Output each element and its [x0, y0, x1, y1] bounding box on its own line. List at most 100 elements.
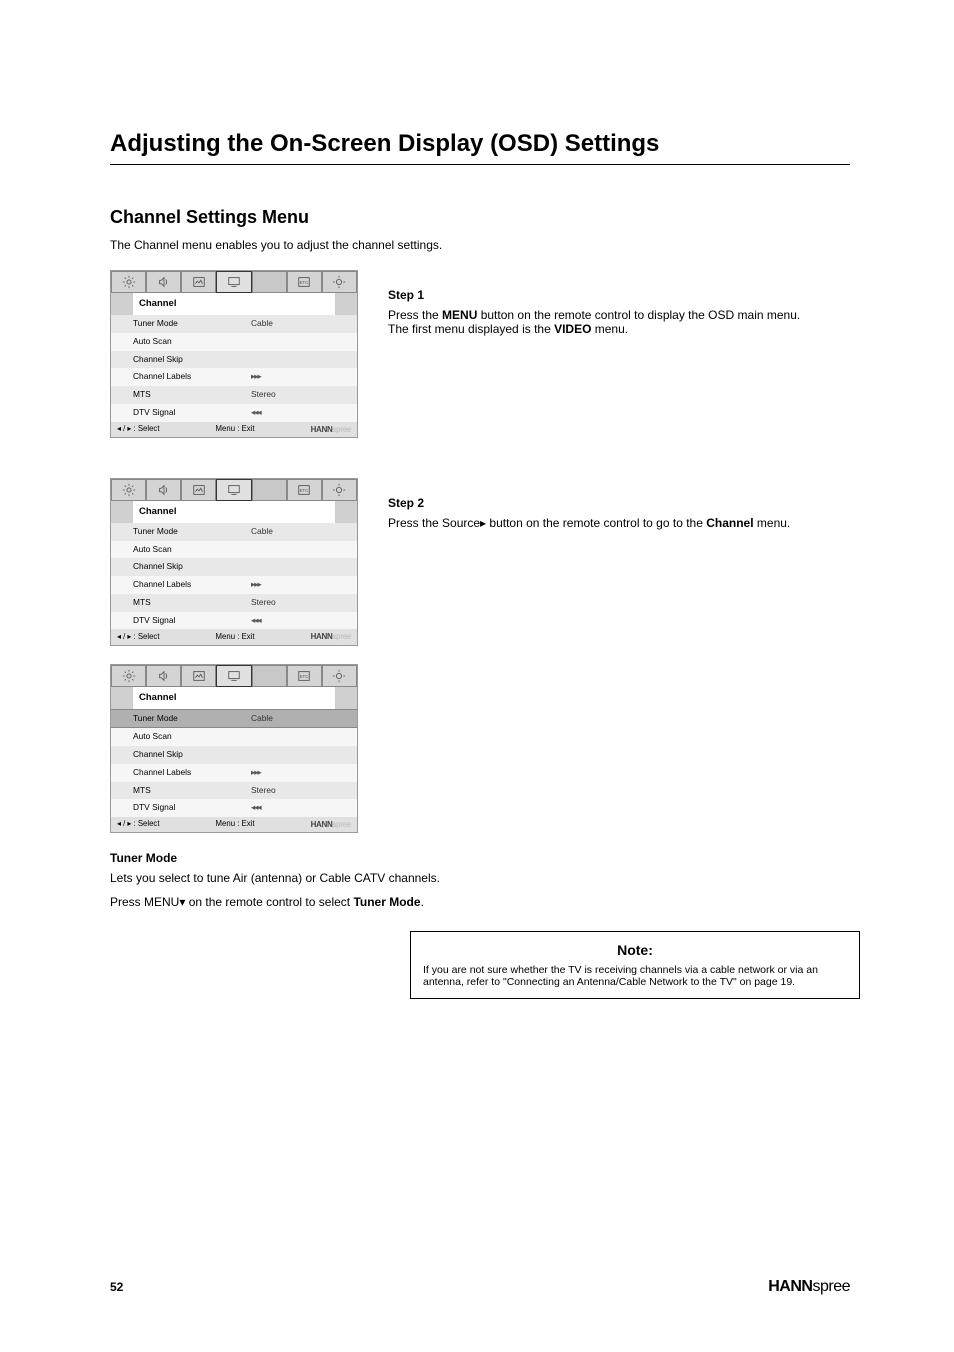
osd-tab gear-icon — [322, 271, 357, 293]
banner-arrow-left — [111, 687, 133, 709]
footer-hint-select: ◂ / ▸ : Select — [117, 424, 160, 435]
arrow-left-icon — [251, 615, 261, 625]
osd-item: MTSStereo — [111, 782, 357, 800]
osd-category: Channel — [133, 687, 335, 709]
osd-item-value — [251, 767, 347, 779]
osd-brand: HANNspree — [311, 631, 351, 642]
osd-brand: HANNspree — [311, 424, 351, 435]
step2-text: Step 2 Press the Source▸ button on the r… — [388, 478, 808, 530]
intro-text: The Channel menu enables you to adjust t… — [110, 238, 850, 252]
page-number: 52 — [110, 1280, 123, 1294]
section-heading: Channel Settings Menu — [110, 207, 850, 228]
osd-item: DTV Signal — [111, 612, 357, 630]
osd-tab spacer — [252, 271, 287, 293]
step1-text: Step 1 Press the MENU button on the remo… — [388, 270, 808, 336]
arrow-left-icon — [251, 407, 261, 417]
osd-item: Channel Labels — [111, 368, 357, 386]
osd-footer: ◂ / ▸ : Select Menu : Exit HANNspree — [111, 817, 357, 832]
osd-tab gear-icon — [322, 665, 357, 687]
osd-category: Channel — [133, 293, 335, 315]
osd-item-value: Cable — [251, 713, 347, 725]
osd-tab spacer — [252, 665, 287, 687]
osd-item: Channel Labels — [111, 764, 357, 782]
osd-category: Channel — [133, 501, 335, 523]
banner-arrow-right — [335, 293, 357, 315]
footer-hint-exit: Menu : Exit — [216, 819, 255, 830]
osd-item-label: Channel Labels — [133, 579, 251, 591]
osd-item-value — [251, 579, 347, 591]
osd-item-value — [251, 615, 347, 627]
osd-item: Channel Skip — [111, 746, 357, 764]
osd-tab picture-icon — [181, 271, 216, 293]
osd-item: MTSStereo — [111, 594, 357, 612]
osd-item-value — [251, 544, 347, 556]
note-box: Note: If you are not sure whether the TV… — [410, 931, 860, 999]
svg-text:ETC: ETC — [300, 280, 309, 285]
osd-item-value — [251, 749, 347, 761]
osd-item-label: MTS — [133, 389, 251, 401]
tuner-mode-label: Tuner Mode — [110, 851, 850, 865]
osd-item-value — [251, 336, 347, 348]
osd-item: Channel Labels — [111, 576, 357, 594]
osd-tab speaker-icon — [146, 271, 181, 293]
osd-tab gear-icon — [322, 479, 357, 501]
osd-item: Tuner ModeCable — [111, 523, 357, 541]
osd-tab tv-icon — [216, 271, 251, 293]
osd-item: Tuner ModeCable — [111, 315, 357, 333]
footer-hint-exit: Menu : Exit — [216, 424, 255, 435]
osd-brand: HANNspree — [311, 819, 351, 830]
osd-item: DTV Signal — [111, 404, 357, 422]
osd-item-label: MTS — [133, 597, 251, 609]
osd-item-label: Tuner Mode — [133, 713, 251, 725]
osd-tab etc-icon: ETC — [287, 479, 322, 501]
osd-footer: ◂ / ▸ : SelectMenu : ExitHANNspree — [111, 629, 357, 644]
footer-hint-select: ◂ / ▸ : Select — [117, 819, 160, 830]
osd-item-label: DTV Signal — [133, 802, 251, 814]
note-title: Note: — [423, 942, 847, 958]
banner-arrow-left — [111, 501, 133, 523]
osd-item-value — [251, 407, 347, 419]
tuner-mode-instr: Press MENU▾ on the remote control to sel… — [110, 895, 850, 909]
svg-text:ETC: ETC — [300, 488, 309, 493]
tuner-mode-desc: Lets you select to tune Air (antenna) or… — [110, 871, 850, 885]
osd-item-value: Cable — [251, 526, 347, 538]
osd-item-label: MTS — [133, 785, 251, 797]
osd-tab etc-icon: ETC — [287, 665, 322, 687]
page-title: Adjusting the On-Screen Display (OSD) Se… — [110, 130, 850, 158]
title-divider — [110, 164, 850, 165]
osd-item: Channel Skip — [111, 351, 357, 369]
osd-item-label: Channel Skip — [133, 561, 251, 573]
osd-item-value: Stereo — [251, 389, 347, 401]
osd-item: Auto Scan — [111, 728, 357, 746]
arrow-right-icon — [251, 579, 261, 589]
osd-item: Auto Scan — [111, 333, 357, 351]
osd-item-value — [251, 561, 347, 573]
arrow-right-icon — [251, 371, 261, 381]
arrow-left-icon — [251, 802, 261, 812]
osd-tab picture-icon — [181, 479, 216, 501]
banner-arrow-left — [111, 293, 133, 315]
osd-item-label: Auto Scan — [133, 336, 251, 348]
osd-tab tv-icon — [216, 665, 251, 687]
osd-item-value — [251, 802, 347, 814]
osd-tab spacer — [252, 479, 287, 501]
osd-item: MTSStereo — [111, 386, 357, 404]
osd-tab speaker-icon — [146, 665, 181, 687]
osd-tab brightness-icon — [111, 271, 146, 293]
osd-item-value: Stereo — [251, 597, 347, 609]
osd-panel: ETC ChannelTuner ModeCable Auto Scan Channe… — [110, 270, 358, 438]
osd-tab brightness-icon — [111, 479, 146, 501]
osd-panel: ETC ChannelTuner ModeCableAuto Scan Channe… — [110, 478, 358, 646]
banner-arrow-right — [335, 501, 357, 523]
osd-item: DTV Signal — [111, 799, 357, 817]
osd-footer: ◂ / ▸ : Select Menu : Exit HANNspree — [111, 422, 357, 437]
osd-item: Auto Scan — [111, 541, 357, 559]
banner-arrow-right — [335, 687, 357, 709]
osd-item-label: Channel Labels — [133, 767, 251, 779]
note-body: If you are not sure whether the TV is re… — [423, 964, 847, 988]
osd-item-value: Stereo — [251, 785, 347, 797]
osd-item-value — [251, 354, 347, 366]
svg-text:ETC: ETC — [300, 673, 309, 678]
osd-tab brightness-icon — [111, 665, 146, 687]
osd-panel: ETCChannelTuner ModeCableAuto ScanChanne… — [110, 664, 358, 834]
